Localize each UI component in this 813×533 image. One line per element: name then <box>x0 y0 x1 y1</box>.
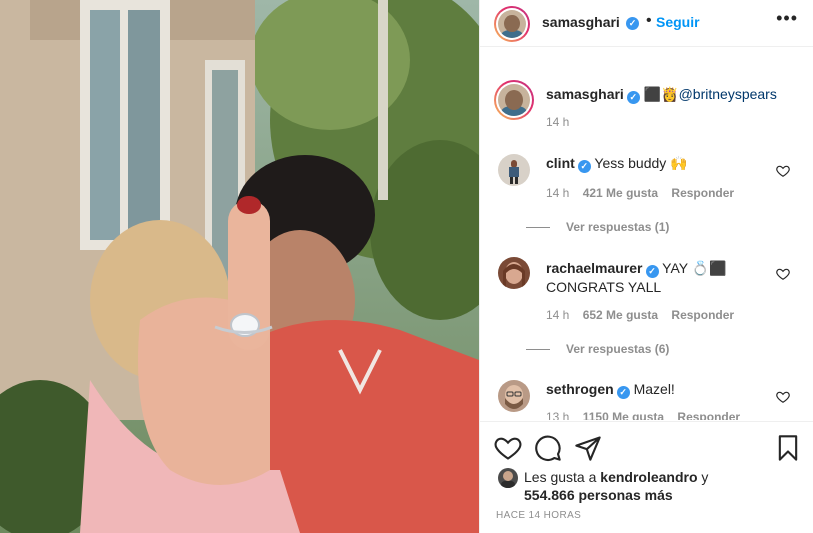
view-replies-label[interactable]: Ver respuestas (6) <box>566 342 669 356</box>
comment-time[interactable]: 14 h <box>546 186 569 200</box>
comment-likes[interactable]: 421 Me gusta <box>583 186 658 200</box>
comment-text: rachaelmaurer ✓ YAY 💍⬛ CONGRATS YALL <box>546 259 756 296</box>
comments-list[interactable]: samasghari ✓ ⬛👸@britneyspears 14 h clint ✓… <box>480 48 813 420</box>
caption-emoji: ⬛👸 <box>643 86 679 102</box>
comment-username[interactable]: rachaelmaurer <box>546 260 643 276</box>
verified-icon: ✓ <box>626 17 639 30</box>
avatar[interactable] <box>498 257 530 289</box>
comment-likes[interactable]: 1150 Me gusta <box>583 410 664 420</box>
verified-icon: ✓ <box>645 265 659 278</box>
follow-button[interactable]: Seguir <box>656 14 700 30</box>
heart-icon[interactable] <box>494 434 522 462</box>
like-comment-heart-icon[interactable] <box>776 267 790 281</box>
replies-line <box>526 227 550 229</box>
caption-avatar[interactable] <box>494 80 534 120</box>
liker-username[interactable]: kendroleandro <box>600 469 697 485</box>
comment-text: sethrogen ✓ Mazel! <box>546 380 756 399</box>
comment-icon[interactable] <box>534 434 562 462</box>
likes-prefix: Les gusta a <box>524 469 597 485</box>
avatar[interactable] <box>498 380 530 412</box>
comment-username[interactable]: clint <box>546 155 575 171</box>
engagement-photo <box>0 0 479 533</box>
comment-time[interactable]: 13 h <box>546 410 569 420</box>
author-avatar[interactable] <box>494 6 530 42</box>
reply-button[interactable]: Responder <box>677 410 740 420</box>
view-replies-button[interactable]: Ver respuestas (1) <box>526 220 669 234</box>
view-replies-button[interactable]: Ver respuestas (6) <box>526 342 669 356</box>
bookmark-icon[interactable] <box>774 434 802 462</box>
replies-line <box>526 349 550 351</box>
verified-icon: ✓ <box>626 91 640 104</box>
verified-icon: ✓ <box>616 386 630 399</box>
avatar[interactable] <box>498 154 530 186</box>
comment-time[interactable]: 14 h <box>546 308 569 322</box>
like-comment-heart-icon[interactable] <box>776 164 790 178</box>
liker-avatar[interactable] <box>498 468 518 488</box>
caption-username[interactable]: samasghari <box>546 86 624 102</box>
comment-meta: 14 h 652 Me gusta Responder <box>546 308 744 322</box>
likes-count[interactable]: 554.866 personas más <box>524 487 673 503</box>
post-header: samasghari ✓ • Seguir ••• <box>480 0 813 47</box>
comment-meta: 14 h 421 Me gusta Responder <box>546 186 744 200</box>
likes-summary: Les gusta a kendroleandro y 554.866 pers… <box>524 468 794 504</box>
likes-connector: y <box>701 469 709 485</box>
author-username[interactable]: samasghari <box>542 14 620 30</box>
comment-likes[interactable]: 652 Me gusta <box>583 308 658 322</box>
post-photo[interactable] <box>0 0 479 533</box>
comment-text: clint ✓ Yess buddy 🙌 <box>546 154 756 173</box>
caption-text: samasghari ✓ ⬛👸@britneyspears <box>546 86 777 104</box>
comment-body: Yess buddy 🙌 <box>594 155 688 171</box>
caption-mention[interactable]: @britneyspears <box>679 86 777 102</box>
post-timestamp[interactable]: HACE 14 HORAS <box>496 510 581 521</box>
comment-username[interactable]: sethrogen <box>546 381 614 397</box>
verified-icon: ✓ <box>577 160 591 173</box>
comment-body: Mazel! <box>633 381 675 397</box>
reply-button[interactable]: Responder <box>671 186 734 200</box>
reply-button[interactable]: Responder <box>671 308 734 322</box>
comment-meta: 13 h 1150 Me gusta Responder <box>546 410 750 420</box>
like-comment-heart-icon[interactable] <box>776 390 790 404</box>
more-icon[interactable]: ••• <box>776 8 798 29</box>
separator-dot: • <box>646 12 652 29</box>
view-replies-label[interactable]: Ver respuestas (1) <box>566 220 669 234</box>
caption-time[interactable]: 14 h <box>546 115 569 129</box>
post-sidebar: samasghari ✓ • Seguir ••• samasghari ✓ ⬛👸… <box>479 0 813 533</box>
share-icon[interactable] <box>574 434 602 462</box>
